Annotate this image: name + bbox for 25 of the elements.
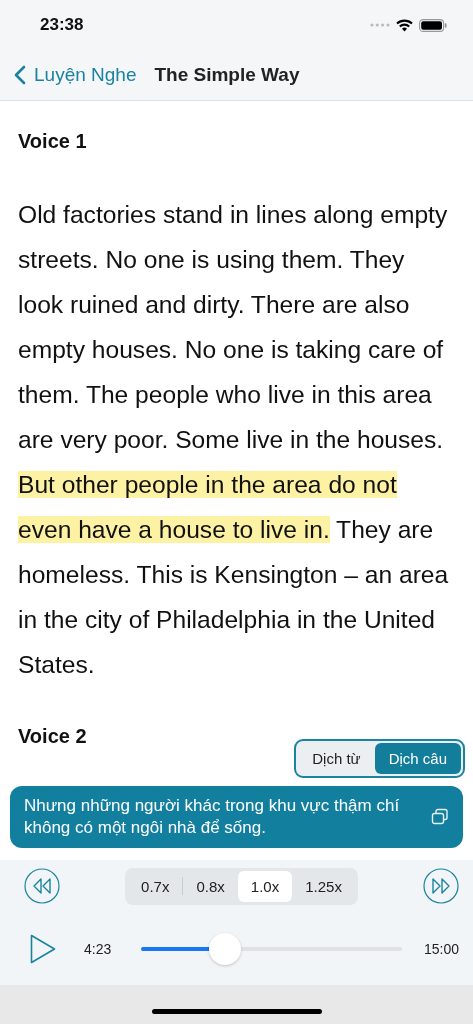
copy-icon[interactable] bbox=[431, 808, 449, 826]
transcript-paragraph: Old factories stand in lines along empty streets. No one is using them. They look ruined and dirty. There are also empty houses. No one is taking care of them. The people who live in this area are very poor. Some live in the houses. But other people in the area do not even have a house to live in. They are homeless. This is Kensington – an area in the city of Philadelphia in the United States. bbox=[18, 200, 450, 680]
section-heading: Voice 1 bbox=[18, 129, 88, 154]
rewind-icon[interactable] bbox=[24, 868, 60, 904]
progress-slider[interactable] bbox=[141, 931, 402, 966]
translation-text: Nhưng những người khác trong khu vực thậm chí không có một ngôi nhà để sống. bbox=[24, 795, 401, 839]
translate-mode-option[interactable]: Dịch từ bbox=[298, 743, 375, 774]
signal-icon bbox=[370, 23, 390, 27]
translate-mode-option[interactable]: Dịch câu bbox=[374, 743, 461, 774]
status-time: 23:38 bbox=[40, 15, 85, 35]
speed-option[interactable]: 0.8x bbox=[183, 870, 238, 902]
section-heading: Voice 2 bbox=[18, 724, 88, 749]
back-chevron-icon bbox=[14, 65, 26, 85]
slider-thumb[interactable] bbox=[208, 932, 241, 965]
speed-option[interactable]: 1.25x bbox=[292, 870, 355, 902]
play-icon[interactable] bbox=[30, 933, 56, 964]
back-button[interactable]: Luyện Nghe bbox=[14, 64, 137, 86]
speed-option[interactable]: 0.7x bbox=[128, 870, 183, 902]
total-time: 15:00 bbox=[423, 940, 459, 957]
speed-option[interactable]: 1.0x bbox=[237, 870, 293, 902]
wifi-icon bbox=[396, 18, 413, 32]
fast-forward-icon[interactable] bbox=[423, 868, 459, 904]
screen-title: The Simple Way bbox=[154, 64, 300, 86]
elapsed-time: 4:23 bbox=[84, 940, 112, 957]
battery-icon bbox=[419, 18, 447, 32]
